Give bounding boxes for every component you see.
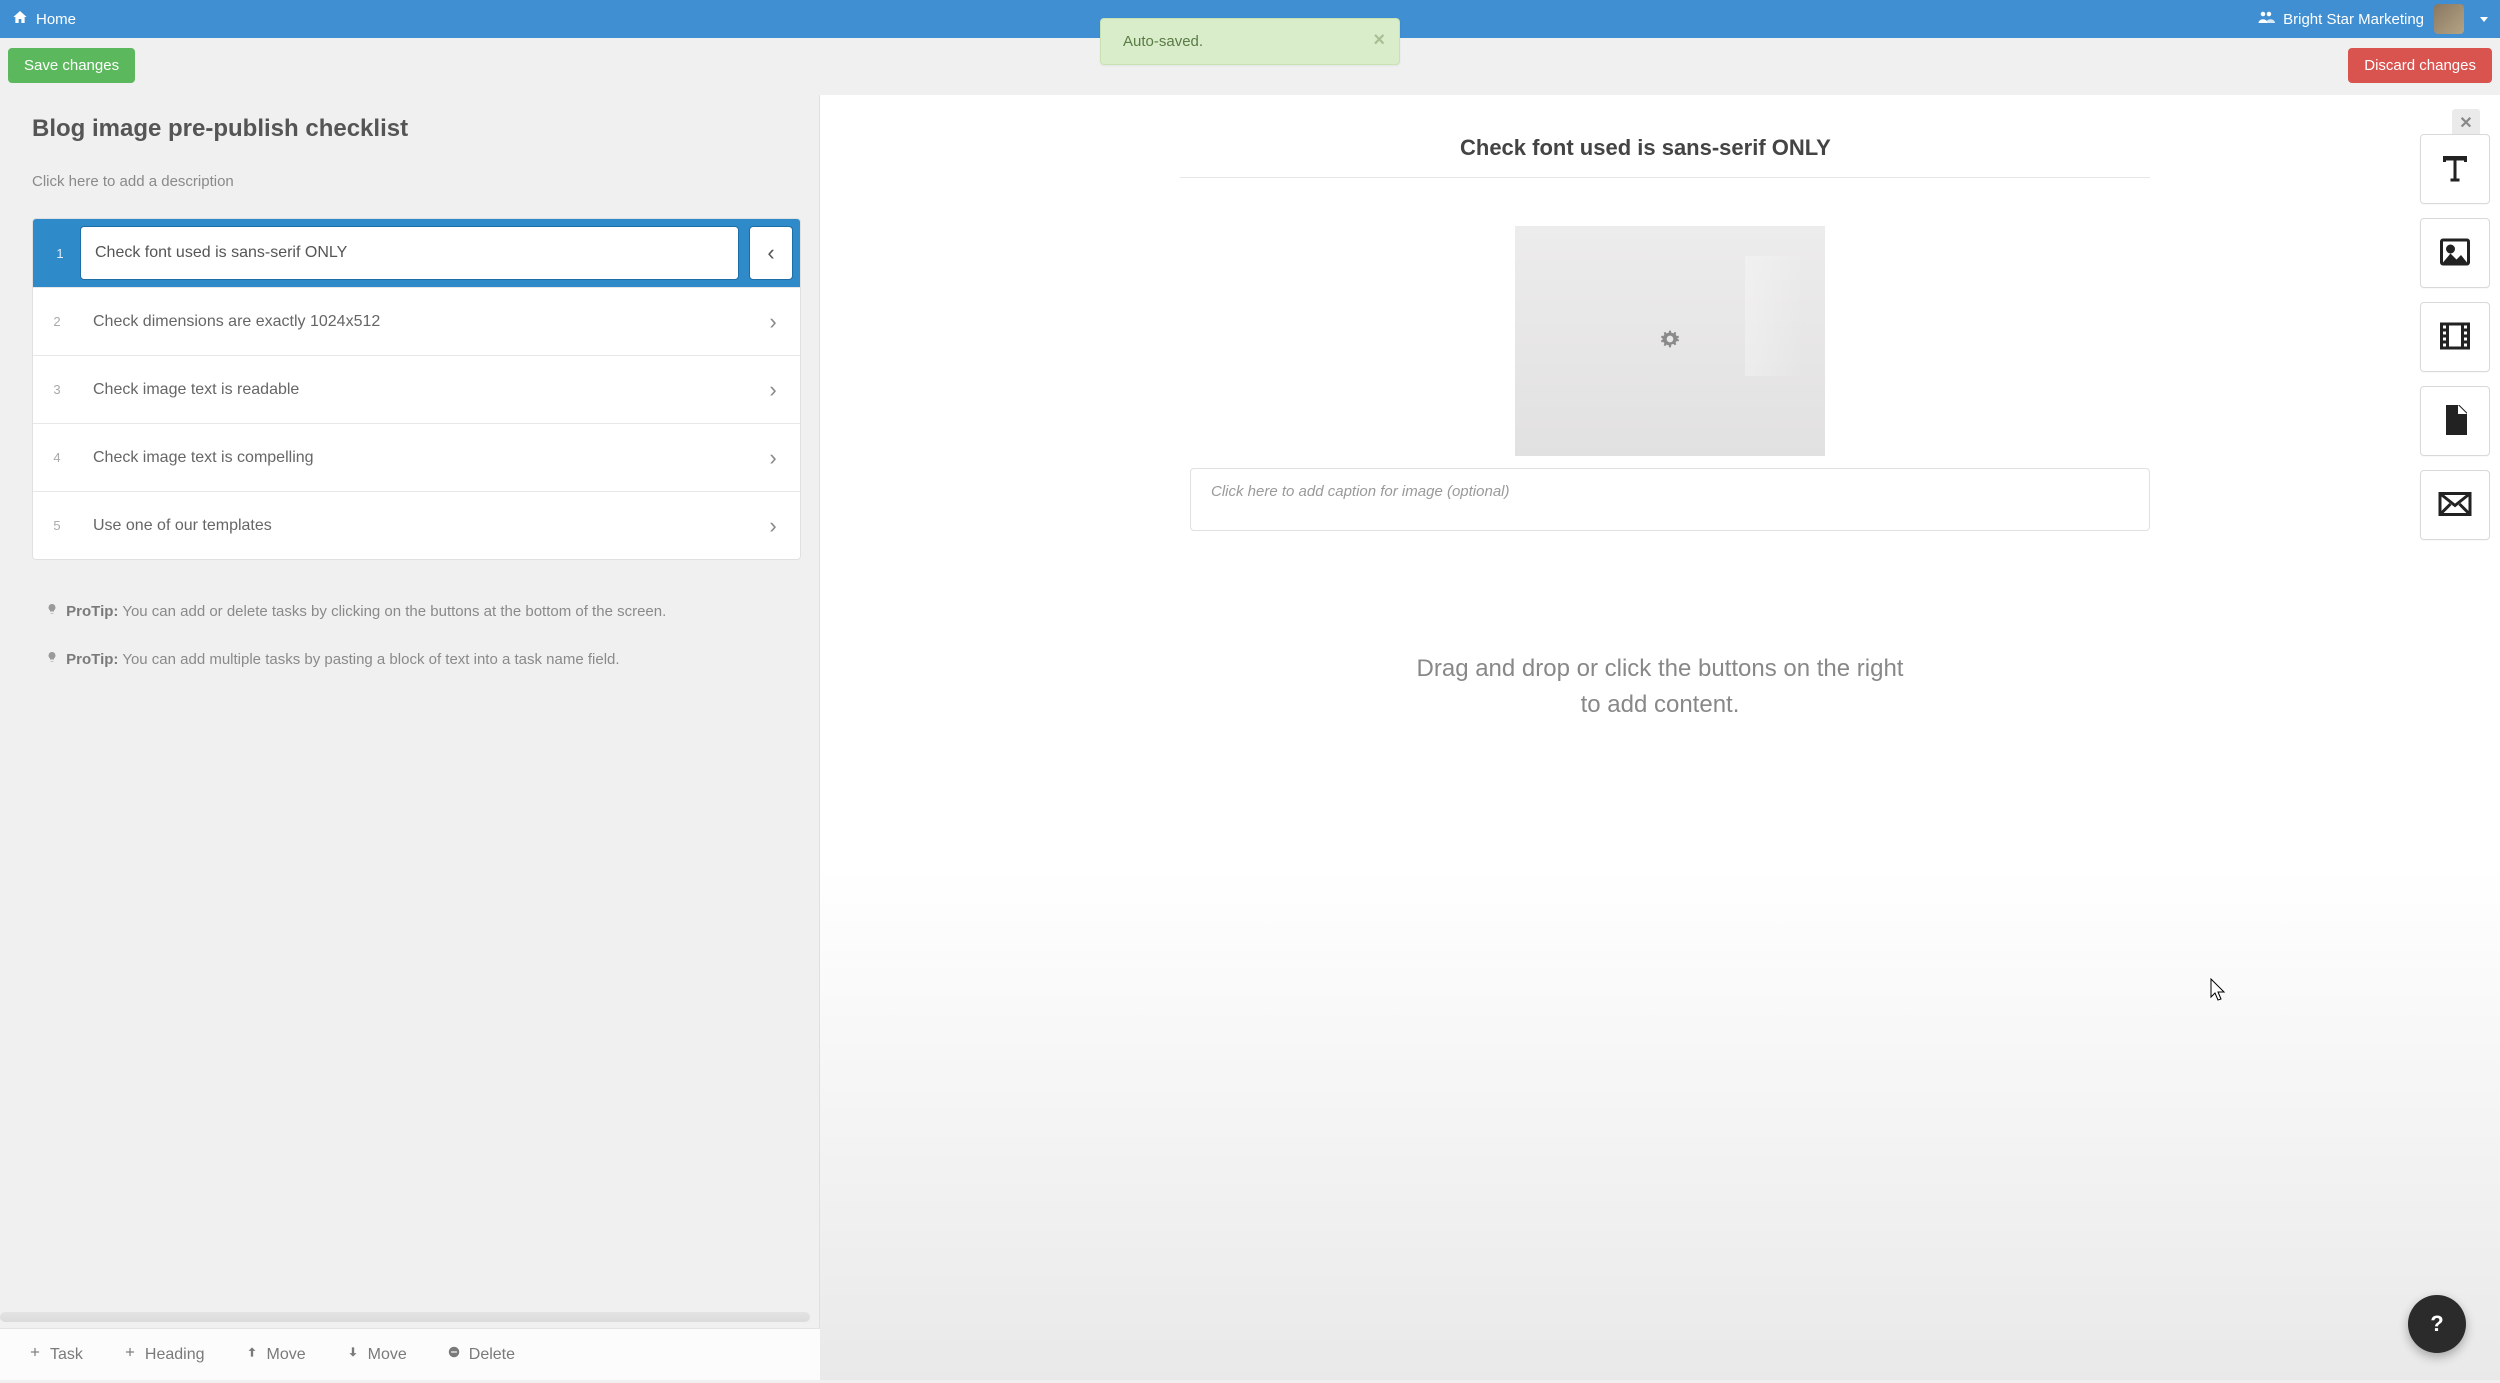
checklist-description[interactable]: Click here to add a description xyxy=(32,173,801,190)
move-down-button[interactable]: Move xyxy=(346,1345,407,1364)
task-number: 2 xyxy=(33,288,81,355)
horizontal-scrollbar[interactable] xyxy=(0,1312,810,1322)
delete-task-button[interactable]: Delete xyxy=(447,1345,515,1364)
add-text-button[interactable] xyxy=(2420,134,2490,204)
autosave-toast: Auto-saved. × xyxy=(1100,18,1400,65)
task-number: 5 xyxy=(33,492,81,559)
arrow-up-icon xyxy=(245,1345,259,1364)
home-label: Home xyxy=(36,11,76,28)
task-row[interactable]: 5 Use one of our templates xyxy=(33,491,800,559)
toolbar-label: Task xyxy=(50,1346,83,1364)
help-symbol: ? xyxy=(2430,1311,2443,1337)
org-label: Bright Star Marketing xyxy=(2283,11,2424,28)
caption-placeholder: Click here to add caption for image (opt… xyxy=(1211,483,1510,500)
workspace: Blog image pre-publish checklist Click h… xyxy=(0,95,2500,1380)
discard-button[interactable]: Discard changes xyxy=(2348,48,2492,83)
film-icon xyxy=(2437,318,2473,357)
task-detail-panel: ✕ Check font used is sans-serif ONLY Cli… xyxy=(820,95,2500,1380)
protip-text: You can add or delete tasks by clicking … xyxy=(122,603,666,620)
toolbar-label: Delete xyxy=(469,1346,515,1364)
avatar[interactable] xyxy=(2434,4,2464,34)
add-image-button[interactable] xyxy=(2420,218,2490,288)
task-row[interactable]: 2 Check dimensions are exactly 1024x512 xyxy=(33,287,800,355)
hint-line: Drag and drop or click the buttons on th… xyxy=(890,651,2430,687)
protip: ProTip: You can add multiple tasks by pa… xyxy=(46,648,787,672)
checklist-title[interactable]: Blog image pre-publish checklist xyxy=(32,115,801,143)
content-tool-rail xyxy=(2420,134,2490,540)
task-row[interactable]: 4 Check image text is compelling xyxy=(33,423,800,491)
tips-section: ProTip: You can add or delete tasks by c… xyxy=(32,600,801,672)
help-button[interactable]: ? xyxy=(2408,1295,2466,1353)
task-toolbar: Task Heading Move Move Delete xyxy=(0,1328,820,1380)
protip-label: ProTip: xyxy=(66,603,118,620)
task-number: 3 xyxy=(33,356,81,423)
expand-task-button[interactable] xyxy=(746,288,800,355)
home-link[interactable]: Home xyxy=(12,9,76,29)
task-label-input[interactable]: Check font used is sans-serif ONLY xyxy=(80,226,739,280)
task-label: Check image text is compelling xyxy=(81,424,746,491)
close-panel-button[interactable]: ✕ xyxy=(2452,109,2480,137)
file-icon xyxy=(2437,402,2473,441)
org-switcher[interactable]: Bright Star Marketing xyxy=(2257,8,2424,30)
add-email-button[interactable] xyxy=(2420,470,2490,540)
plus-icon xyxy=(28,1345,42,1364)
move-up-button[interactable]: Move xyxy=(245,1345,306,1364)
detail-title[interactable]: Check font used is sans-serif ONLY xyxy=(1170,135,2150,161)
email-icon xyxy=(2437,486,2473,525)
chevron-right-icon xyxy=(769,309,776,335)
image-icon xyxy=(2437,234,2473,273)
home-icon xyxy=(12,9,28,29)
users-icon xyxy=(2257,8,2275,30)
toast-message: Auto-saved. xyxy=(1123,33,1203,50)
toolbar-label: Move xyxy=(368,1346,407,1364)
image-widget: Click here to add caption for image (opt… xyxy=(1180,226,2160,531)
chevron-right-icon xyxy=(769,377,776,403)
hint-line: to add content. xyxy=(890,687,2430,723)
text-icon xyxy=(2437,150,2473,189)
chevron-right-icon xyxy=(769,513,776,539)
toolbar-label: Move xyxy=(267,1346,306,1364)
expand-task-button[interactable] xyxy=(746,424,800,491)
task-list: 1 Check font used is sans-serif ONLY 2 C… xyxy=(32,218,801,560)
empty-state-hint: Drag and drop or click the buttons on th… xyxy=(890,651,2430,723)
toolbar-label: Heading xyxy=(145,1346,205,1364)
lightbulb-icon xyxy=(46,600,58,624)
add-task-button[interactable]: Task xyxy=(28,1345,83,1364)
task-label: Use one of our templates xyxy=(81,492,746,559)
chevron-left-icon xyxy=(767,240,774,266)
lightbulb-icon xyxy=(46,648,58,672)
sidebar: Blog image pre-publish checklist Click h… xyxy=(0,95,820,1380)
task-label: Check image text is readable xyxy=(81,356,746,423)
task-row[interactable]: 3 Check image text is readable xyxy=(33,355,800,423)
image-caption-input[interactable]: Click here to add caption for image (opt… xyxy=(1190,468,2150,531)
chevron-right-icon xyxy=(769,445,776,471)
save-button[interactable]: Save changes xyxy=(8,48,135,83)
add-file-button[interactable] xyxy=(2420,386,2490,456)
add-heading-button[interactable]: Heading xyxy=(123,1345,205,1364)
collapse-task-button[interactable] xyxy=(749,226,793,280)
protip-label: ProTip: xyxy=(66,651,118,668)
expand-task-button[interactable] xyxy=(746,356,800,423)
gear-icon xyxy=(1660,329,1680,354)
add-video-button[interactable] xyxy=(2420,302,2490,372)
delete-icon xyxy=(447,1345,461,1364)
account-menu-caret[interactable] xyxy=(2480,17,2488,22)
mouse-cursor xyxy=(2209,978,2227,1002)
arrow-down-icon xyxy=(346,1345,360,1364)
task-number: 1 xyxy=(40,226,80,280)
protip: ProTip: You can add or delete tasks by c… xyxy=(46,600,787,624)
plus-icon xyxy=(123,1345,137,1364)
protip-text: You can add multiple tasks by pasting a … xyxy=(122,651,619,668)
task-number: 4 xyxy=(33,424,81,491)
toast-close-button[interactable]: × xyxy=(1373,29,1385,52)
image-placeholder[interactable] xyxy=(1515,226,1825,456)
task-row[interactable]: 1 Check font used is sans-serif ONLY xyxy=(33,219,800,287)
task-label: Check dimensions are exactly 1024x512 xyxy=(81,288,746,355)
expand-task-button[interactable] xyxy=(746,492,800,559)
divider xyxy=(1180,177,2150,178)
